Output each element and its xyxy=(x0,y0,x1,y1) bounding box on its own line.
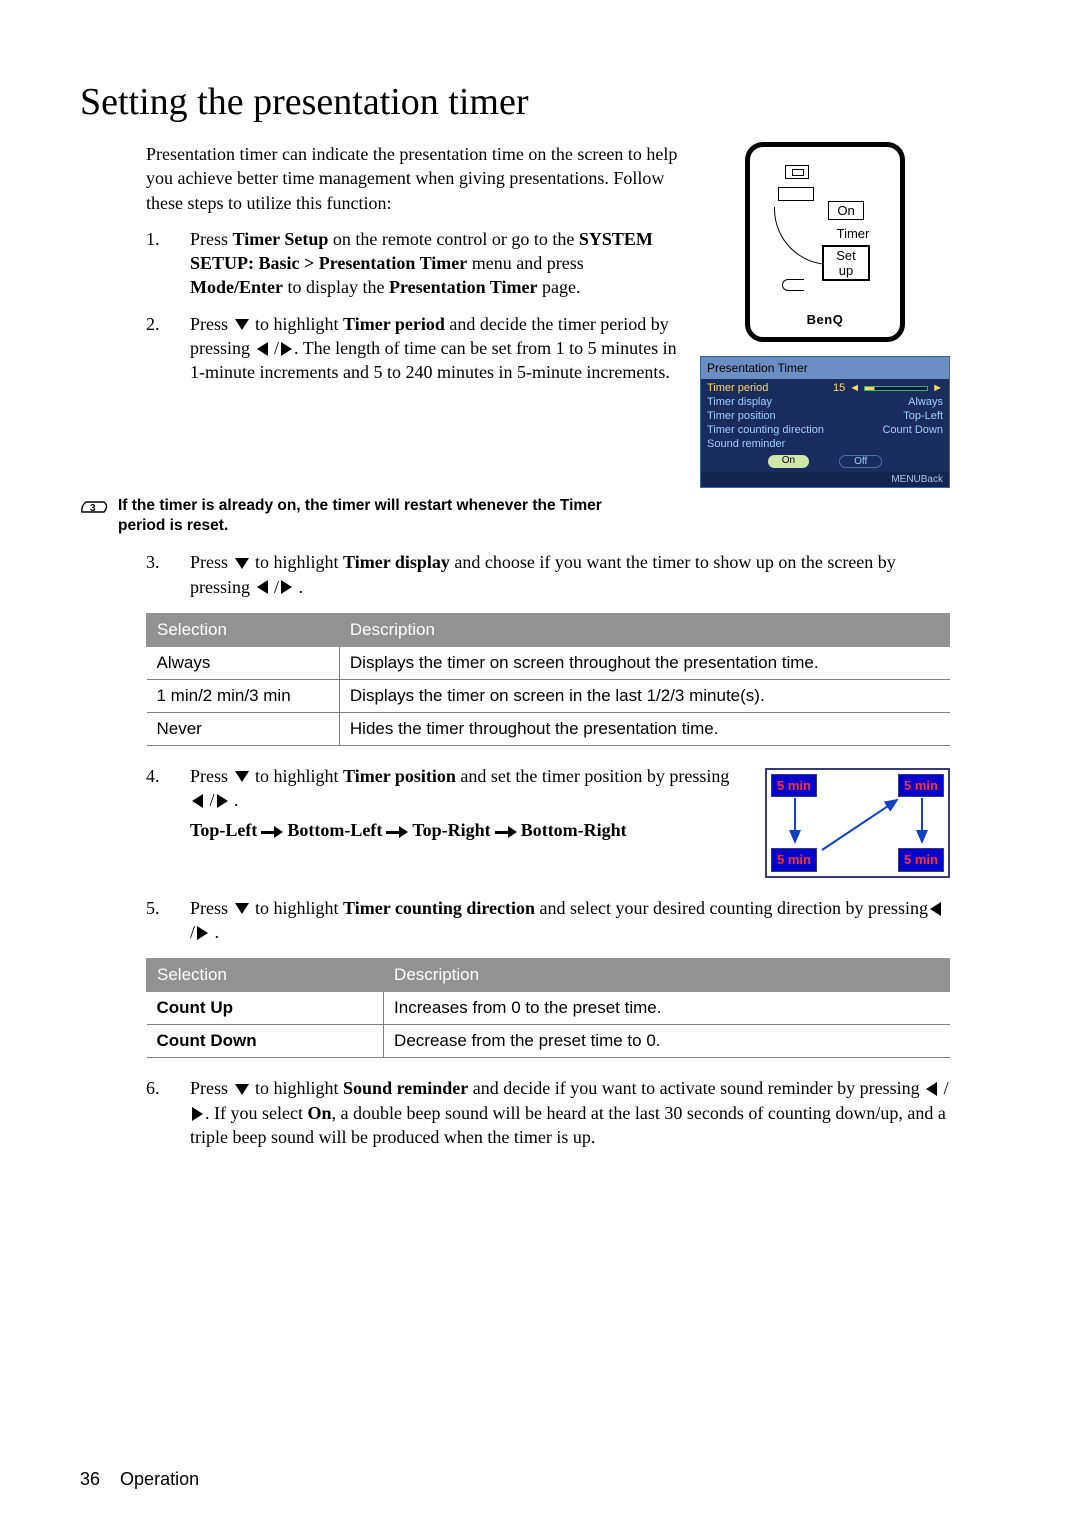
left-arrow-icon xyxy=(930,902,941,916)
arrow-right-icon xyxy=(261,827,283,837)
step-2: Press to highlight Timer period and deci… xyxy=(146,312,680,385)
remote-logo: BenQ xyxy=(750,312,900,327)
svg-text:3: 3 xyxy=(90,503,96,514)
osd-title: Presentation Timer xyxy=(701,357,949,379)
down-arrow-icon xyxy=(235,1084,249,1095)
remote-on-label: On xyxy=(828,201,864,220)
section-name: Operation xyxy=(120,1469,199,1489)
left-arrow-icon xyxy=(257,580,268,594)
step-5: Press to highlight Timer counting direct… xyxy=(146,896,950,945)
page-title: Setting the presentation timer xyxy=(80,80,950,124)
down-arrow-icon xyxy=(235,771,249,782)
down-arrow-icon xyxy=(235,903,249,914)
step-3: Press to highlight Timer display and cho… xyxy=(146,550,950,599)
table-header-description: Description xyxy=(384,959,950,992)
osd-row-counting-direction: Timer counting directionCount Down xyxy=(707,423,943,437)
osd-row-sound-reminder: Sound reminder xyxy=(707,437,943,451)
osd-row-timer-display: Timer displayAlways xyxy=(707,395,943,409)
remote-timer-label: Timer xyxy=(828,225,878,242)
osd-row-timer-period: Timer period 15◄► xyxy=(707,381,943,395)
counting-direction-table: Selection Description Count UpIncreases … xyxy=(146,958,950,1058)
table-row: NeverHides the timer throughout the pres… xyxy=(147,712,950,745)
osd-footer: MENUBack xyxy=(701,472,949,487)
remote-setup-label: Set up xyxy=(822,245,870,281)
down-arrow-icon xyxy=(235,319,249,330)
table-row: 1 min/2 min/3 minDisplays the timer on s… xyxy=(147,679,950,712)
right-arrow-icon xyxy=(192,1107,203,1121)
timer-display-table: Selection Description AlwaysDisplays the… xyxy=(146,613,950,746)
down-arrow-icon xyxy=(235,558,249,569)
left-arrow-icon xyxy=(257,342,268,356)
table-row: Count DownDecrease from the preset time … xyxy=(147,1025,950,1058)
note-text: If the timer is already on, the timer wi… xyxy=(118,496,620,536)
step-1: Press Timer Setup on the remote control … xyxy=(146,227,680,300)
osd-on-button: On xyxy=(768,455,809,468)
osd-menu: Presentation Timer Timer period 15◄► Tim… xyxy=(700,356,950,488)
table-header-selection: Selection xyxy=(147,959,384,992)
remote-illustration: On Timer Set up BenQ xyxy=(745,142,905,342)
table-header-selection: Selection xyxy=(147,613,340,646)
step-6: Press to highlight Sound reminder and de… xyxy=(146,1076,950,1149)
osd-row-timer-position: Timer positionTop-Left xyxy=(707,409,943,423)
page-footer: 36 Operation xyxy=(80,1469,950,1490)
step-4: Press to highlight Timer position and se… xyxy=(146,764,950,878)
right-arrow-icon xyxy=(217,794,228,808)
right-arrow-icon xyxy=(197,926,208,940)
osd-off-button: Off xyxy=(839,455,882,468)
page-number: 36 xyxy=(80,1469,100,1489)
left-arrow-icon xyxy=(926,1082,937,1096)
table-header-description: Description xyxy=(339,613,949,646)
arrow-right-icon xyxy=(495,827,517,837)
position-diagram: 5 min 5 min 5 min 5 min xyxy=(765,768,950,878)
note-icon: 3 xyxy=(80,496,110,516)
intro-paragraph: Presentation timer can indicate the pres… xyxy=(80,142,680,215)
right-arrow-icon xyxy=(281,580,292,594)
arrow-right-icon xyxy=(386,827,408,837)
table-row: AlwaysDisplays the timer on screen throu… xyxy=(147,646,950,679)
table-row: Count UpIncreases from 0 to the preset t… xyxy=(147,992,950,1025)
left-arrow-icon xyxy=(192,794,203,808)
right-arrow-icon xyxy=(281,342,292,356)
